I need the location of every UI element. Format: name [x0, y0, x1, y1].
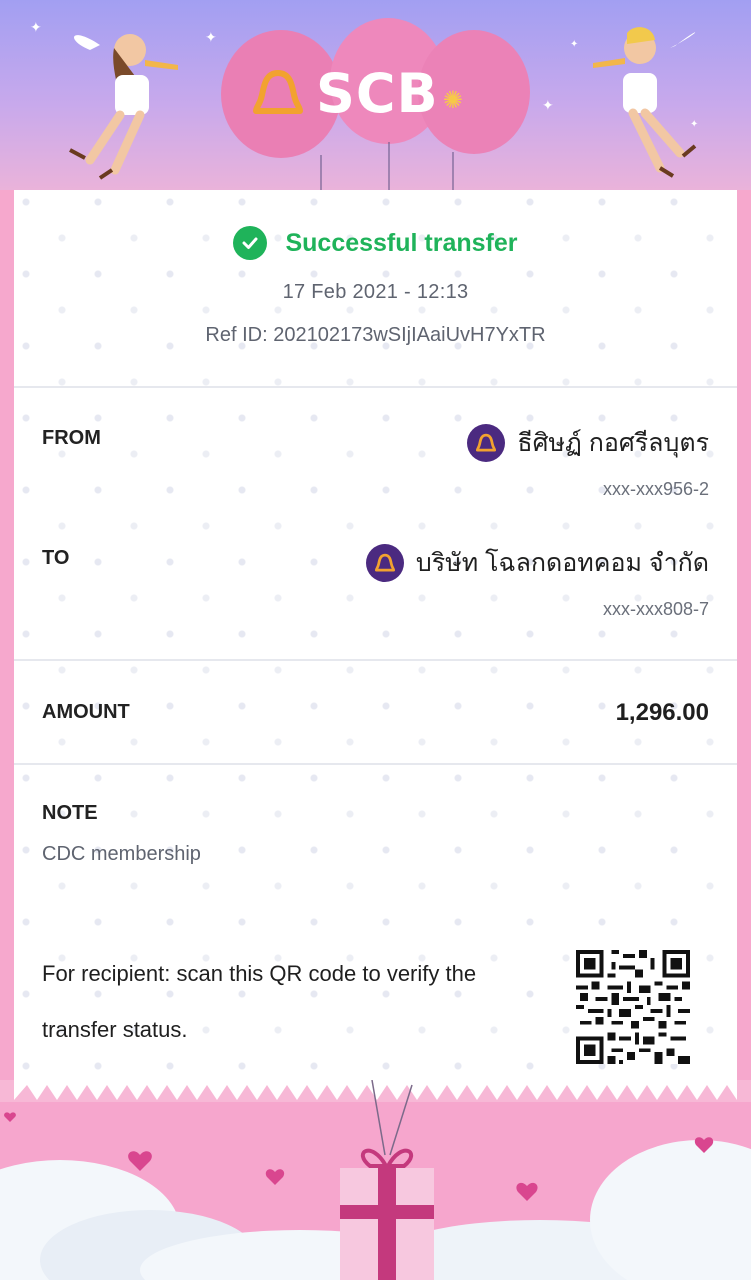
- to-party: บริษัท โฉลกดอทคอม จำกัด: [365, 543, 709, 583]
- scb-bell-logo-icon: [253, 70, 303, 114]
- sparkle-icon: ✦: [205, 29, 217, 45]
- angel-right-icon: [593, 27, 697, 178]
- divider: [14, 386, 737, 388]
- from-name: ธีศิษฏ์ กอศรีลบุตร: [517, 429, 709, 457]
- to-label: TO: [42, 547, 70, 569]
- status-row: Successful transfer: [14, 226, 737, 260]
- to-account: xxx-xxx808-7: [602, 599, 709, 619]
- check-circle-icon: [233, 226, 268, 260]
- scb-logo: SCB ✺: [250, 58, 510, 128]
- flower-icon: ✺: [442, 86, 463, 114]
- from-label: FROM: [42, 427, 101, 449]
- card-border-left: [0, 190, 14, 1090]
- amount-label: AMOUNT: [42, 701, 130, 723]
- logo-text: SCB: [316, 61, 439, 125]
- status-title: Successful transfer: [285, 228, 518, 257]
- balloon-string: [320, 155, 322, 190]
- to-name: บริษัท โฉลกดอทคอม จำกัด: [415, 549, 709, 577]
- note-label: NOTE: [42, 802, 98, 824]
- sparkle-icon: ✦: [30, 19, 42, 35]
- scb-bank-icon: [365, 544, 404, 582]
- transfer-slip-card: Successful transfer 17 Feb 2021 - 12:13 …: [14, 190, 737, 1090]
- sparkle-icon: ✦: [542, 97, 554, 113]
- header-banner: ✦ ✦ ✦ ✦ ✦ SCB ✺: [0, 0, 751, 190]
- footer-decoration: [0, 1080, 751, 1280]
- sparkle-icon: ✦: [570, 39, 579, 50]
- card-border-right: [737, 190, 751, 1090]
- reference-id: Ref ID: 202102173wSIjIAaiUvH7YxTR: [205, 324, 546, 346]
- divider: [14, 763, 737, 765]
- angel-left-icon: [69, 34, 178, 180]
- balloon-string: [452, 152, 454, 190]
- from-account: xxx-xxx956-2: [602, 479, 709, 499]
- scb-bank-icon: [467, 424, 506, 462]
- note-value: CDC membership: [42, 843, 201, 865]
- amount-value: 1,296.00: [615, 699, 709, 726]
- from-party: ธีศิษฏ์ กอศรีลบุตร: [467, 423, 709, 463]
- qr-instruction: For recipient: scan this QR code to veri…: [42, 961, 477, 1042]
- qr-code-icon[interactable]: [576, 950, 690, 1064]
- transfer-datetime: 17 Feb 2021 - 12:13: [282, 281, 469, 303]
- footer-art: [0, 1080, 751, 1280]
- balloon-string: [388, 142, 390, 190]
- divider: [14, 659, 737, 661]
